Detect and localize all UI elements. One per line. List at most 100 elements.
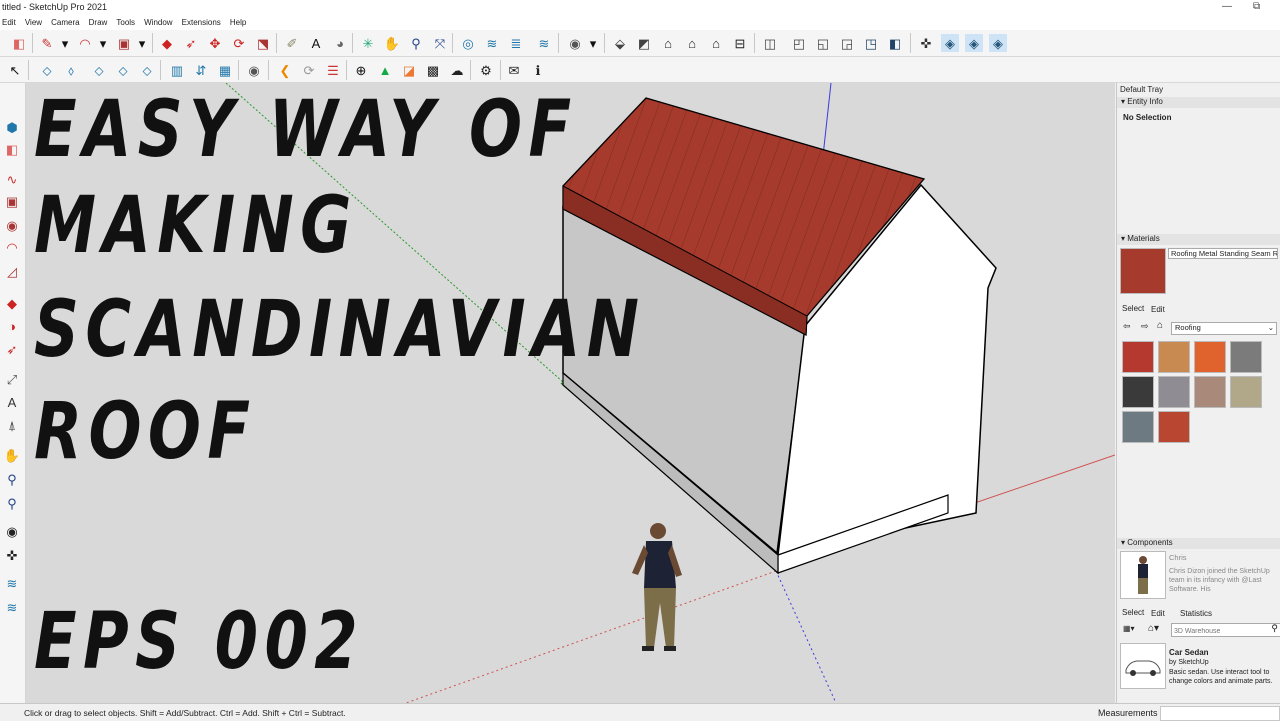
sandbox-icon[interactable]: ⬦ xyxy=(90,61,108,79)
right-view-icon[interactable]: ⌂ xyxy=(683,34,701,52)
add-icon[interactable]: ⊕ xyxy=(352,61,370,79)
home-icon[interactable]: ⌂ xyxy=(1157,320,1163,331)
cloud-upload-icon[interactable]: ☁ xyxy=(448,61,466,79)
arc-icon[interactable]: ◠ xyxy=(76,34,94,52)
section-cuts-icon[interactable]: ◈ xyxy=(965,34,983,52)
menu-window[interactable]: Window xyxy=(142,16,176,27)
text-tool-icon[interactable]: A xyxy=(3,393,21,411)
tab-select[interactable]: Select xyxy=(1122,608,1144,617)
eraser-tool-icon[interactable]: ◧ xyxy=(3,141,21,159)
info-icon[interactable]: ℹ xyxy=(529,61,547,79)
section-plane-icon[interactable]: ✜ xyxy=(917,34,935,52)
back-icon[interactable]: ⇦ xyxy=(1123,321,1131,332)
axes-tool-icon[interactable]: ⍋ xyxy=(3,417,21,435)
dropdown-icon[interactable]: ▾ xyxy=(94,34,112,52)
freehand-icon[interactable]: ∿ xyxy=(3,171,21,189)
warehouse-search-field[interactable] xyxy=(1172,626,1264,637)
text-icon[interactable]: A xyxy=(307,34,325,52)
pan-icon[interactable]: ✋ xyxy=(383,34,401,52)
mail-icon[interactable]: ✉ xyxy=(505,61,523,79)
layout-icon[interactable]: ≣ xyxy=(507,34,525,52)
material-swatch[interactable] xyxy=(1230,341,1262,373)
grid-icon[interactable]: ▦ xyxy=(216,61,234,79)
rotate-icon[interactable]: ⟳ xyxy=(230,34,248,52)
shaded-textures-icon[interactable]: ◳ xyxy=(862,34,880,52)
back-view-icon[interactable]: ⌂ xyxy=(707,34,725,52)
pie-tool-icon[interactable]: ◿ xyxy=(3,263,21,281)
menu-draw[interactable]: Draw xyxy=(87,16,112,27)
arc-tool-icon[interactable]: ◠ xyxy=(3,239,21,257)
select-arrow-icon[interactable]: ↖ xyxy=(6,61,24,79)
section-fill-icon[interactable]: ◈ xyxy=(989,34,1007,52)
checker-icon[interactable]: ▩ xyxy=(424,61,442,79)
color-fill-icon[interactable]: ◪ xyxy=(400,61,418,79)
eye-icon[interactable]: ◉ xyxy=(245,61,263,79)
menu-extensions[interactable]: Extensions xyxy=(180,16,225,27)
dropdown-icon[interactable]: ▾ xyxy=(56,34,74,52)
dropdown-icon[interactable]: ▾ xyxy=(584,34,602,52)
hidden-line-icon[interactable]: ◱ xyxy=(814,34,832,52)
material-swatch[interactable] xyxy=(1194,341,1226,373)
dropdown-icon[interactable]: ▾ xyxy=(133,34,151,52)
tree-icon[interactable]: ▲ xyxy=(376,61,394,79)
list-icon[interactable]: ☰ xyxy=(324,61,342,79)
solid-union-icon[interactable]: ⬦ xyxy=(38,61,56,79)
iso-view-icon[interactable]: ⬙ xyxy=(611,34,629,52)
settings-icon[interactable]: ⚙ xyxy=(477,61,495,79)
menu-camera[interactable]: Camera xyxy=(49,16,83,27)
user-icon[interactable]: ◉ xyxy=(566,34,584,52)
refresh-icon[interactable]: ⟳ xyxy=(300,61,318,79)
position-camera-icon[interactable]: ✜ xyxy=(3,547,21,565)
zoom-extents-icon[interactable]: ⤧ xyxy=(431,34,449,52)
scale-figure-chris[interactable] xyxy=(632,523,682,651)
extension-warehouse-icon[interactable]: ≋ xyxy=(483,34,501,52)
view-options-icon[interactable]: ▦▾ xyxy=(1123,624,1135,633)
eraser-icon[interactable]: ◧ xyxy=(10,34,28,52)
minimize-button[interactable]: — xyxy=(1222,1,1232,12)
tape-measure-icon[interactable]: ✐ xyxy=(283,34,301,52)
menu-tools[interactable]: Tools xyxy=(114,16,139,27)
menu-edit[interactable]: Edit xyxy=(0,16,20,27)
warehouse-search-input[interactable]: ⚲ xyxy=(1171,623,1280,637)
follow-me-tool-icon[interactable]: ➶ xyxy=(3,341,21,359)
tab-select[interactable]: Select xyxy=(1122,304,1144,313)
extension-manager-icon[interactable]: ≋ xyxy=(535,34,553,52)
car-thumbnail[interactable] xyxy=(1120,643,1166,689)
xray-icon[interactable]: ◫ xyxy=(761,34,779,52)
material-swatch[interactable] xyxy=(1158,341,1190,373)
push-pull-tool-icon[interactable]: ◆ xyxy=(3,295,21,313)
front-view-icon[interactable]: ⌂ xyxy=(659,34,677,52)
forward-icon[interactable]: ⇨ xyxy=(1141,321,1149,332)
select-tool-icon[interactable]: ⬢ xyxy=(3,119,21,137)
paint-bucket-icon[interactable]: ◕ xyxy=(331,34,349,52)
menu-help[interactable]: Help xyxy=(228,16,250,27)
material-swatch[interactable] xyxy=(1122,411,1154,443)
restore-button[interactable]: ⧉ xyxy=(1253,1,1260,12)
orbit-icon[interactable]: ✳ xyxy=(359,34,377,52)
material-swatch[interactable] xyxy=(1122,341,1154,373)
material-swatch[interactable] xyxy=(1122,376,1154,408)
component-item-name[interactable]: Car Sedan xyxy=(1169,648,1209,657)
move-icon[interactable]: ✥ xyxy=(206,34,224,52)
home-icon[interactable]: ⌂▾ xyxy=(1148,623,1159,634)
offset-tool-icon[interactable]: ◑ xyxy=(3,317,21,335)
extension-tool-icon[interactable]: ≋ xyxy=(3,599,21,617)
menu-view[interactable]: View xyxy=(23,16,46,27)
rectangle-icon[interactable]: ▣ xyxy=(115,34,133,52)
entity-info-header[interactable]: ▾ Entity Info xyxy=(1117,97,1280,108)
section-display-icon[interactable]: ◈ xyxy=(941,34,959,52)
zoom-tool-icon[interactable]: ⚲ xyxy=(3,495,21,513)
warehouse-icon[interactable]: ◎ xyxy=(459,34,477,52)
left-view-icon[interactable]: ⊟ xyxy=(731,34,749,52)
walk-tool-icon[interactable]: ✋ xyxy=(3,447,21,465)
pencil-icon[interactable]: ✎ xyxy=(38,34,56,52)
material-name-field[interactable]: Roofing Metal Standing Seam R xyxy=(1168,248,1278,259)
warehouse-tool-icon[interactable]: ≋ xyxy=(3,575,21,593)
tab-statistics[interactable]: Statistics xyxy=(1180,609,1212,618)
wireframe-icon[interactable]: ◰ xyxy=(790,34,808,52)
flip-icon[interactable]: ⇵ xyxy=(192,61,210,79)
solid-subtract-icon[interactable]: ⬨ xyxy=(62,61,80,79)
components-header[interactable]: ▾ Components xyxy=(1117,538,1280,549)
tab-edit[interactable]: Edit xyxy=(1151,609,1165,618)
sandbox-stamp-icon[interactable]: ⬦ xyxy=(138,61,156,79)
